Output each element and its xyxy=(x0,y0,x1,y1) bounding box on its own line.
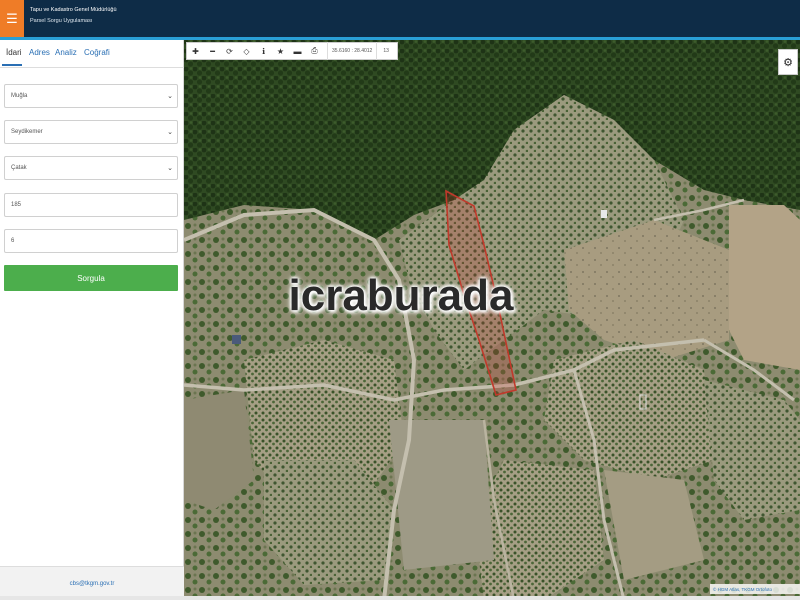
sidebar: İdari Adres Analiz Coğrafi Muğla ⌄ Seydi… xyxy=(0,40,184,600)
watermark: icraburada xyxy=(288,271,514,320)
print-icon[interactable]: ⎙ xyxy=(306,42,323,60)
parcel-value: 6 xyxy=(11,238,15,244)
map-attribution[interactable]: © HGM Atlas, TKGM Ortofoto xyxy=(710,584,800,594)
measure-icon[interactable]: ▬ xyxy=(289,42,306,60)
query-button[interactable]: Sorgula xyxy=(4,265,178,291)
block-value: 185 xyxy=(11,202,22,208)
map-toolbar: ✚ ━ ⟳ ◇ ℹ ★ ▬ ⎙ 35.6160 : 28.4012 13 xyxy=(186,42,398,60)
neighborhood-select[interactable]: Çatak ⌄ xyxy=(4,156,178,180)
chevron-down-icon: ⌄ xyxy=(167,129,173,136)
neighborhood-value: Çatak xyxy=(11,165,27,171)
province-value: Muğla xyxy=(11,93,28,99)
home-icon[interactable]: ★ xyxy=(272,42,289,60)
menu-icon[interactable]: ☰ xyxy=(0,0,24,38)
active-tab-indicator xyxy=(2,64,22,66)
district-select[interactable]: Seydikemer ⌄ xyxy=(4,120,178,144)
coordinate-readout: 35.6160 : 28.4012 xyxy=(327,42,378,60)
tab-idari[interactable]: İdari xyxy=(6,48,22,57)
refresh-icon[interactable]: ⟳ xyxy=(221,42,238,60)
zoom-level: 13 xyxy=(383,48,389,54)
chevron-down-icon: ⌄ xyxy=(167,93,173,100)
gear-icon[interactable]: ⚙ xyxy=(778,49,798,75)
block-input[interactable]: 185 xyxy=(4,193,178,217)
tab-analiz[interactable]: Analiz xyxy=(55,48,77,57)
tab-adres[interactable]: Adres xyxy=(29,48,50,57)
info-icon[interactable]: ℹ xyxy=(255,42,272,60)
district-value: Seydikemer xyxy=(11,129,43,135)
sidebar-tabs: İdari Adres Analiz Coğrafi xyxy=(0,40,184,68)
horizontal-scrollbar[interactable] xyxy=(0,596,800,600)
attribution-text: © HGM Atlas, TKGM Ortofoto xyxy=(713,586,772,592)
app-title: Parsel Sorgu Uygulaması xyxy=(30,18,93,24)
tab-cografi[interactable]: Coğrafi xyxy=(84,48,110,57)
app-header: ☰ Tapu ve Kadastro Genel Müdürlüğü Parse… xyxy=(0,0,800,38)
footer-email-link[interactable]: cbs@tkgm.gov.tr xyxy=(0,566,184,600)
chevron-down-icon: ⌄ xyxy=(167,165,173,172)
zoom-in-icon[interactable]: ✚ xyxy=(187,42,204,60)
parcel-input[interactable]: 6 xyxy=(4,229,178,253)
org-title: Tapu ve Kadastro Genel Müdürlüğü xyxy=(30,7,117,13)
zoom-out-icon[interactable]: ━ xyxy=(204,42,221,60)
province-select[interactable]: Muğla ⌄ xyxy=(4,84,178,108)
locate-icon[interactable]: ◇ xyxy=(238,42,255,60)
